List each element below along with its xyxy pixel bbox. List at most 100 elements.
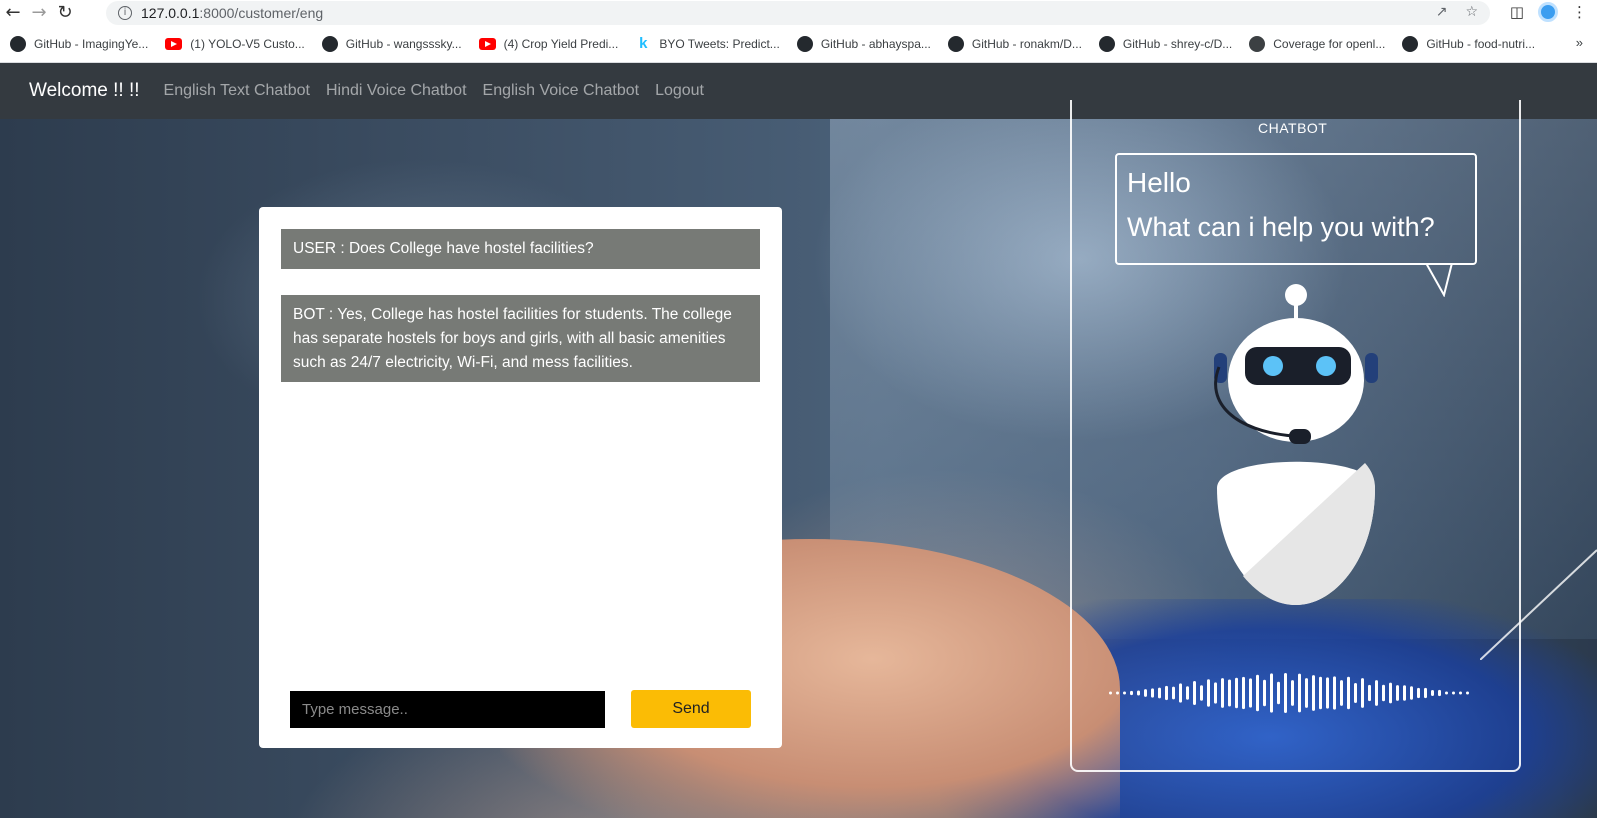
bubble-question: What can i help you with? [1127,212,1435,242]
waveform-bar [1193,681,1196,705]
waveform-bar [1424,687,1427,699]
waveform-bar [1340,680,1343,706]
waveform-bar [1284,673,1287,713]
waveform-bar [1179,683,1182,703]
waveform-bar [1214,682,1217,704]
waveform-bar [1403,685,1406,701]
waveform-bar [1396,685,1399,701]
waveform-bar [1116,691,1119,695]
waveform-bar [1270,673,1273,713]
waveform-bar [1249,678,1252,708]
bubble-greeting: Hello [1127,167,1191,198]
chat-panel: USER : Does College have hostel faciliti… [259,207,782,748]
waveform-bar [1144,689,1147,697]
waveform-bar [1389,682,1392,704]
waveform-bar [1319,676,1322,710]
send-button[interactable]: Send [631,690,751,728]
waveform-bar [1466,691,1469,695]
back-arrow-icon[interactable]: ← [0,0,26,25]
waveform-bar [1263,679,1266,707]
speech-bubble: Hello What can i help you with? [1115,153,1477,265]
waveform-bar [1452,691,1455,695]
bookmark-item[interactable]: (4) Crop Yield Predi... [478,37,618,51]
nav-link-english-text-chatbot[interactable]: English Text Chatbot [164,82,310,100]
waveform-bar [1305,678,1308,708]
waveform-bar [1186,686,1189,700]
waveform-bar [1291,680,1294,706]
bookmark-item[interactable]: GitHub - food-nutri... [1402,35,1535,52]
waveform-bar [1221,678,1224,708]
waveform-bar [1445,691,1448,695]
waveform-bar [1165,685,1168,701]
bookmark-item[interactable]: GitHub - ImagingYe... [10,35,148,52]
github-icon [1402,35,1419,52]
decorative-line [1480,549,1597,660]
waveform-bar [1312,675,1315,711]
bookmark-item[interactable]: GitHub - shrey-c/D... [1098,35,1232,52]
github-icon [796,35,813,52]
waveform-bar [1235,677,1238,709]
bookmark-star-icon[interactable]: ☆ [1465,4,1478,20]
waveform-bar [1361,678,1364,708]
address-bar[interactable]: i 127.0.0.1:8000/customer/eng ↗ ☆ [106,1,1490,25]
chatbot-title: CHATBOT [1258,120,1328,136]
url-host: 127.0.0.1 [141,5,200,21]
bookmark-item[interactable]: (1) YOLO-V5 Custo... [165,37,305,51]
github-icon [321,35,338,52]
profile-avatar[interactable] [1538,2,1558,22]
bookmark-item[interactable]: GitHub - abhayspa... [796,35,931,52]
waveform-bar [1375,680,1378,706]
bookmarks-bar: GitHub - ImagingYe... (1) YOLO-V5 Custo.… [0,25,1597,63]
robot-icon [1214,284,1378,605]
youtube-icon [165,37,183,50]
waveform-bar [1242,676,1245,710]
waveform-bar [1151,688,1154,698]
bot-message: BOT : Yes, College has hostel facilities… [281,295,760,382]
kaggle-icon: k [639,34,648,52]
nav-link-hindi-voice-chatbot[interactable]: Hindi Voice Chatbot [326,82,467,100]
bookmark-item[interactable]: GitHub - wangsssky... [321,35,462,52]
waveform-bar [1333,676,1336,710]
waveform-bar [1347,676,1350,710]
waveform-bar [1200,685,1203,701]
menu-kebab-icon[interactable]: ⋮ [1572,3,1587,21]
waveform-bar [1298,673,1301,713]
message-input[interactable] [290,691,605,728]
user-message: USER : Does College have hostel faciliti… [281,229,760,269]
waveform-bar [1207,679,1210,707]
waveform-bar [1410,686,1413,700]
github-icon [10,35,26,52]
waveform-bar [1438,689,1441,697]
url-path: :8000/customer/eng [199,5,324,21]
navbar-brand[interactable]: Welcome !! !! [29,80,140,102]
globe-icon [1249,35,1266,52]
waveform-bar [1354,682,1357,704]
github-icon [947,35,964,52]
waveform-bar [1172,686,1175,700]
waveform-bar [1326,677,1329,709]
youtube-icon [478,37,496,50]
reload-icon[interactable]: ↻ [52,0,78,25]
waveform-bar [1382,684,1385,702]
side-panel-icon[interactable]: ◫ [1510,3,1524,21]
forward-arrow-icon[interactable]: → [26,0,52,25]
waveform-bar [1417,687,1420,699]
waveform-bar [1368,684,1371,702]
waveform-bar [1228,679,1231,707]
bookmark-item[interactable]: Coverage for openl... [1249,35,1385,52]
bookmark-item[interactable]: GitHub - ronakm/D... [947,35,1082,52]
site-info-icon[interactable]: i [118,6,132,20]
github-icon [1098,35,1115,52]
browser-toolbar: ← → ↻ i 127.0.0.1:8000/customer/eng ↗ ☆ … [0,0,1597,25]
waveform-bar [1158,687,1161,699]
share-icon[interactable]: ↗ [1436,4,1448,20]
nav-link-english-voice-chatbot[interactable]: English Voice Chatbot [483,82,640,100]
bookmarks-overflow-icon[interactable]: » [1576,35,1583,50]
waveform-bar [1431,690,1434,696]
waveform-bar [1459,691,1462,695]
nav-link-logout[interactable]: Logout [655,82,704,100]
waveform-bar [1109,691,1112,695]
waveform-bar [1256,674,1259,712]
bookmark-item[interactable]: k BYO Tweets: Predict... [635,34,780,52]
speech-bubble-tail [1425,263,1453,297]
